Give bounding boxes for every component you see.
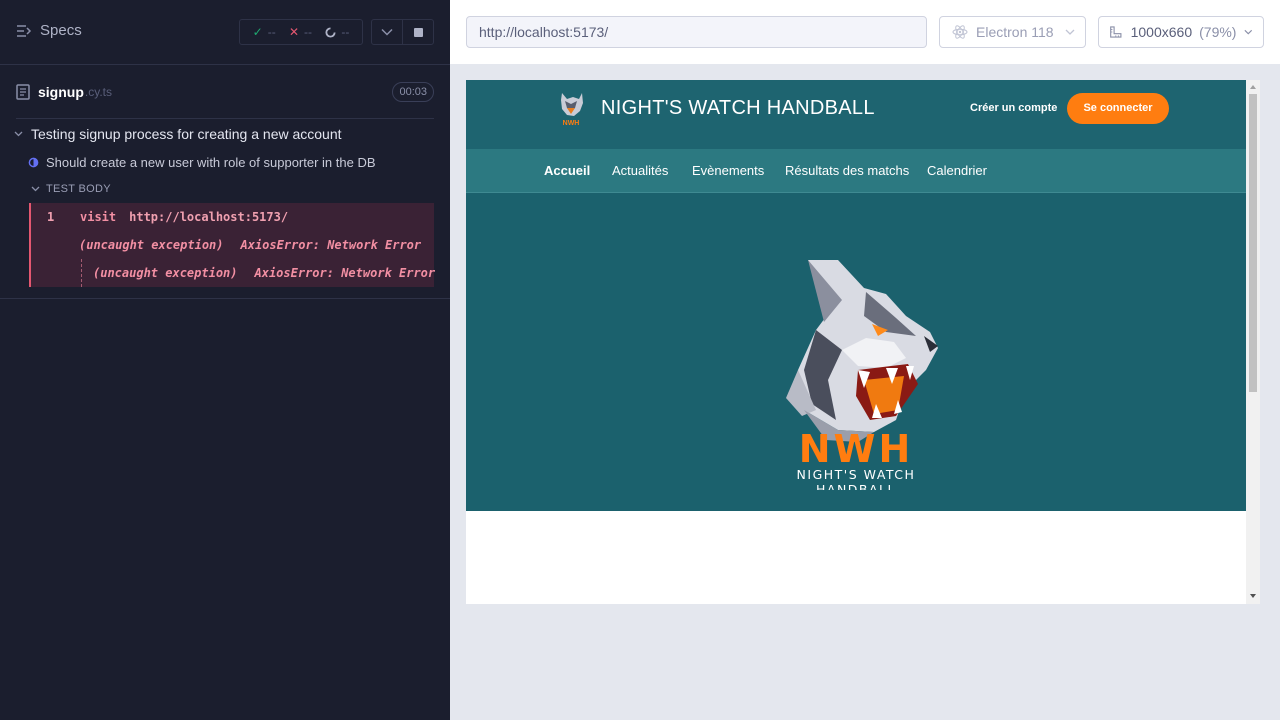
viewport-size: 1000x660 (79%) bbox=[1130, 24, 1237, 40]
site-nav: Accueil Actualités Evènements Résultats … bbox=[466, 149, 1246, 193]
specs-toggle-button[interactable]: Specs bbox=[16, 22, 82, 39]
cross-icon: ✕ bbox=[288, 25, 300, 39]
command-number: 1 bbox=[47, 210, 55, 224]
browser-name: Electron 118 bbox=[976, 24, 1054, 40]
command-message: http://localhost:5173/ bbox=[129, 210, 289, 224]
reporter-header: Specs ✓ -- ✕ -- -- bbox=[0, 0, 450, 65]
stop-button[interactable] bbox=[402, 20, 433, 44]
wolf-logo: NWH NIGHT'S WATCH HANDBALL bbox=[786, 260, 938, 490]
command-uncaught-exception[interactable]: (uncaught exception) AxiosError: Network… bbox=[31, 231, 434, 259]
suite-row[interactable]: Testing signup process for creating a ne… bbox=[14, 126, 342, 142]
section-label: TEST BODY bbox=[46, 183, 111, 195]
pending-stat: -- bbox=[325, 25, 349, 39]
command-name: (uncaught exception) bbox=[93, 266, 238, 280]
run-controls bbox=[371, 19, 434, 45]
svg-text:NWH: NWH bbox=[799, 427, 914, 471]
test-row[interactable]: Should create a new user with role of su… bbox=[28, 155, 376, 170]
document-icon bbox=[16, 83, 30, 100]
hero-banner: NWH NIGHT'S WATCH HANDBALL bbox=[466, 193, 1246, 511]
site-title: NIGHT'S WATCH HANDBALL bbox=[601, 97, 875, 119]
login-button[interactable]: Se connecter bbox=[1067, 93, 1169, 124]
command-name: visit bbox=[80, 210, 117, 224]
chevron-down-icon bbox=[1065, 29, 1075, 35]
spinner-icon bbox=[325, 26, 336, 38]
passed-stat: ✓ -- bbox=[253, 25, 276, 39]
passed-count: -- bbox=[267, 25, 276, 39]
test-title: Should create a new user with role of su… bbox=[46, 155, 376, 170]
viewport-selector[interactable]: 1000x660 (79%) bbox=[1098, 16, 1264, 48]
electron-icon bbox=[952, 25, 968, 39]
spec-file-ext: .cy.ts bbox=[84, 84, 113, 99]
scrollbar[interactable] bbox=[1246, 80, 1260, 604]
chevron-down-icon bbox=[31, 242, 65, 248]
failed-count: -- bbox=[304, 25, 313, 39]
command-message: AxiosError: Network Error bbox=[240, 238, 422, 252]
page-content bbox=[466, 511, 1246, 604]
wolf-logo-small[interactable]: NWH bbox=[556, 89, 586, 131]
chevron-down-icon bbox=[1244, 29, 1253, 35]
failed-stat: ✕ -- bbox=[289, 25, 312, 39]
svg-text:NWH: NWH bbox=[563, 120, 580, 127]
nav-item-resultats[interactable]: Résultats des matchs bbox=[785, 163, 909, 178]
reporter-panel: Specs ✓ -- ✕ -- -- signup .cy.ts 00:03 T… bbox=[0, 0, 450, 720]
url-input[interactable]: http://localhost:5173/ bbox=[466, 16, 927, 48]
signup-link[interactable]: Créer un compte bbox=[970, 102, 1057, 114]
divider bbox=[0, 298, 450, 299]
stop-icon bbox=[413, 27, 423, 37]
spec-file-name: signup bbox=[38, 83, 84, 100]
spec-file-row: signup .cy.ts 00:03 bbox=[0, 65, 450, 120]
scroll-thumb[interactable] bbox=[1249, 94, 1257, 392]
aut-toolbar: http://localhost:5173/ Electron 118 1000… bbox=[450, 0, 1280, 64]
nav-item-accueil[interactable]: Accueil bbox=[544, 163, 590, 178]
test-body-section[interactable]: TEST BODY bbox=[31, 183, 111, 195]
command-message: AxiosError: Network Error bbox=[254, 266, 436, 280]
test-stats: ✓ -- ✕ -- -- bbox=[239, 19, 363, 45]
specs-label: Specs bbox=[40, 22, 82, 39]
scroll-down-icon[interactable] bbox=[1249, 592, 1257, 600]
nav-item-actualites[interactable]: Actualités bbox=[612, 163, 668, 178]
collapse-button[interactable] bbox=[372, 20, 402, 44]
svg-text:NIGHT'S WATCH: NIGHT'S WATCH bbox=[797, 467, 916, 482]
chevron-down-icon bbox=[31, 186, 40, 192]
browser-selector[interactable]: Electron 118 bbox=[939, 16, 1086, 48]
ruler-icon bbox=[1110, 26, 1122, 38]
chevron-down-icon bbox=[14, 131, 23, 137]
command-name: (uncaught exception) bbox=[79, 238, 224, 252]
command-uncaught-exception-nested[interactable]: (uncaught exception) AxiosError: Network… bbox=[31, 259, 436, 287]
zoom-level: (79%) bbox=[1199, 24, 1237, 40]
check-icon: ✓ bbox=[252, 25, 263, 39]
scroll-up-icon[interactable] bbox=[1249, 83, 1257, 91]
svg-text:HANDBALL: HANDBALL bbox=[816, 482, 896, 490]
command-log: 1 visit http://localhost:5173/ (uncaught… bbox=[29, 203, 436, 287]
app-under-test-frame: NWH NIGHT'S WATCH HANDBALL Créer un comp… bbox=[466, 80, 1260, 604]
specs-list-icon bbox=[17, 24, 32, 37]
chevron-down-icon bbox=[381, 28, 393, 36]
pending-count: -- bbox=[341, 25, 350, 39]
suite-title: Testing signup process for creating a ne… bbox=[31, 126, 342, 142]
nav-item-evenements[interactable]: Evènements bbox=[692, 163, 764, 178]
running-icon bbox=[28, 157, 39, 168]
nav-item-calendrier[interactable]: Calendrier bbox=[927, 163, 987, 178]
duration-badge: 00:03 bbox=[392, 82, 434, 102]
command-visit[interactable]: 1 visit http://localhost:5173/ bbox=[31, 203, 434, 231]
site-header: NWH NIGHT'S WATCH HANDBALL Créer un comp… bbox=[466, 80, 1246, 149]
